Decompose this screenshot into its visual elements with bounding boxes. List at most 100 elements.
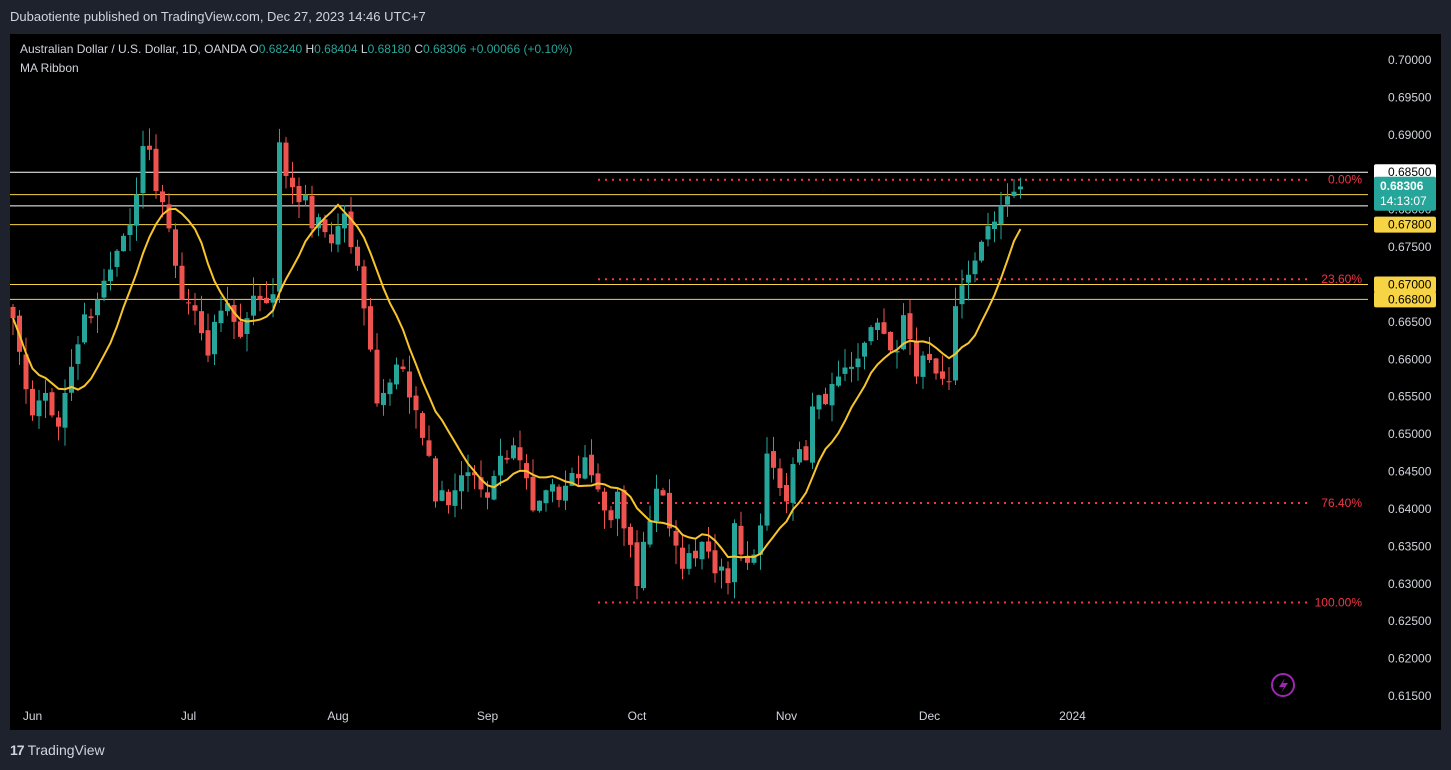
candle-down[interactable] (673, 530, 679, 546)
ma-ribbon-line[interactable] (12, 203, 1022, 559)
candle-down[interactable] (290, 177, 295, 188)
candle-up[interactable] (959, 285, 965, 305)
candle-up[interactable] (218, 310, 224, 324)
candle-down[interactable] (914, 340, 919, 377)
candle-down[interactable] (374, 349, 380, 404)
candle-up[interactable] (764, 453, 770, 526)
candle-up[interactable] (498, 455, 503, 476)
candle-down[interactable] (621, 490, 627, 529)
candle-down[interactable] (881, 322, 887, 334)
candle-down[interactable] (693, 550, 698, 559)
candle-down[interactable] (504, 457, 510, 460)
candle-up[interactable] (537, 500, 542, 511)
candle-up[interactable] (212, 321, 217, 355)
candle-up[interactable] (868, 327, 874, 342)
candle-up[interactable] (615, 491, 620, 519)
candle-up[interactable] (251, 295, 256, 316)
candle-down[interactable] (264, 297, 269, 304)
candle-down[interactable] (30, 388, 35, 416)
candle-down[interactable] (147, 145, 152, 150)
candle-up[interactable] (342, 213, 347, 229)
candle-up[interactable] (699, 541, 705, 560)
candle-up[interactable] (953, 306, 958, 381)
candle-down[interactable] (329, 234, 334, 244)
candle-up[interactable] (114, 250, 120, 267)
candle-up[interactable] (75, 344, 81, 364)
candle-down[interactable] (940, 371, 945, 379)
candle-up[interactable] (920, 355, 926, 377)
candle-down[interactable] (589, 454, 594, 476)
candle-up[interactable] (563, 485, 568, 501)
candle-up[interactable] (1011, 191, 1017, 197)
candle-down[interactable] (361, 266, 367, 309)
candle-down[interactable] (602, 491, 607, 511)
candle-up[interactable] (647, 520, 653, 545)
candle-down[interactable] (888, 331, 893, 351)
candle-up[interactable] (985, 226, 991, 240)
candle-down[interactable] (173, 229, 178, 266)
candle-down[interactable] (192, 305, 198, 311)
candle-up[interactable] (43, 392, 48, 401)
candle-down[interactable] (296, 186, 302, 203)
tradingview-logo[interactable]: 17 TradingView (10, 742, 105, 758)
candle-up[interactable] (82, 314, 87, 343)
candle-down[interactable] (10, 306, 16, 319)
candle-down[interactable] (517, 447, 523, 461)
candle-up[interactable] (459, 475, 464, 492)
candle-down[interactable] (283, 142, 289, 176)
candle-up[interactable] (277, 142, 282, 292)
candle-down[interactable] (556, 486, 562, 500)
candle-down[interactable] (803, 446, 809, 461)
candle-up[interactable] (790, 464, 796, 503)
candle-up[interactable] (439, 490, 445, 501)
candle-up[interactable] (829, 383, 835, 406)
candle-up[interactable] (855, 358, 861, 368)
candle-up[interactable] (862, 342, 867, 357)
candle-up[interactable] (108, 269, 113, 282)
candle-up[interactable] (998, 205, 1004, 225)
candle-up[interactable] (582, 457, 588, 479)
candle-down[interactable] (238, 321, 243, 337)
candle-down[interactable] (368, 306, 373, 350)
candle-down[interactable] (199, 311, 204, 334)
candle-down[interactable] (426, 440, 432, 456)
candle-up[interactable] (140, 146, 146, 194)
candle-down[interactable] (784, 485, 789, 502)
candle-down[interactable] (706, 541, 711, 552)
candle-down[interactable] (725, 568, 731, 584)
candle-down[interactable] (933, 358, 939, 374)
candle-down[interactable] (407, 371, 412, 398)
candle-down[interactable] (660, 490, 666, 496)
candle-up[interactable] (387, 382, 393, 395)
candle-up[interactable] (992, 221, 997, 230)
candle-down[interactable] (823, 393, 828, 405)
candle-down[interactable] (420, 413, 425, 438)
candle-up[interactable] (95, 299, 100, 316)
candle-down[interactable] (485, 492, 490, 498)
candle-down[interactable] (433, 458, 438, 502)
candle-up[interactable] (875, 322, 880, 331)
candle-up[interactable] (270, 294, 276, 303)
candle-down[interactable] (179, 265, 185, 300)
candle-down[interactable] (712, 550, 718, 574)
candle-down[interactable] (946, 381, 952, 383)
candle-down[interactable] (576, 473, 581, 479)
candle-down[interactable] (257, 295, 263, 300)
candle-down[interactable] (49, 392, 55, 416)
candle-down[interactable] (530, 476, 536, 511)
candle-down[interactable] (667, 492, 672, 529)
candle-up[interactable] (654, 488, 659, 521)
candle-up[interactable] (69, 366, 74, 393)
candle-up[interactable] (732, 523, 737, 583)
candle-up[interactable] (36, 400, 42, 417)
candle-down[interactable] (160, 191, 165, 203)
candle-down[interactable] (186, 302, 191, 304)
chart-area[interactable]: 0.00% 23.60% 76.40% 100.00% 0.70000 0.69500 0.… (10, 34, 1441, 730)
candle-down[interactable] (355, 246, 360, 266)
candle-up[interactable] (511, 445, 516, 459)
candle-down[interactable] (309, 195, 315, 229)
candle-down[interactable] (771, 451, 776, 468)
candle-down[interactable] (777, 468, 783, 488)
candle-up[interactable] (465, 472, 471, 477)
candle-down[interactable] (446, 491, 451, 506)
